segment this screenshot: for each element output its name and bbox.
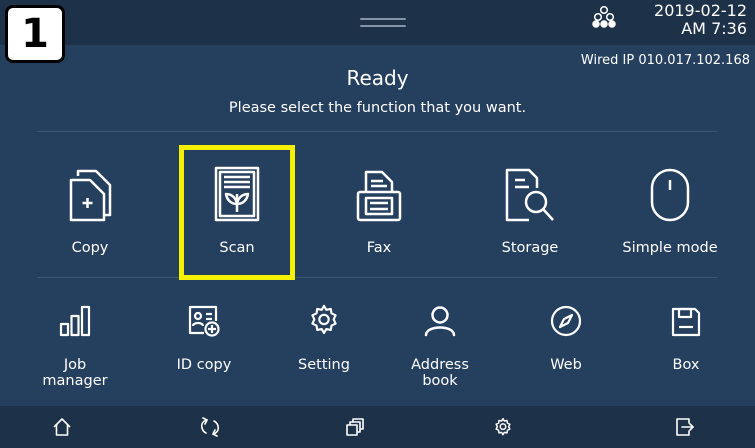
box-label: Box — [672, 357, 700, 373]
status-subtitle: Please select the function that you want… — [228, 100, 527, 116]
job-manager-label-line2: manager — [42, 373, 108, 389]
id-copy-icon — [164, 305, 244, 337]
fax-app-button[interactable]: Fax — [331, 160, 427, 256]
date-text: 2019-02-12 — [654, 1, 747, 20]
storage-label: Storage — [501, 240, 559, 256]
fax-label: Fax — [366, 240, 392, 256]
setting-app-button[interactable]: Setting — [284, 304, 364, 373]
network-status-icon — [592, 4, 616, 28]
storage-app-button[interactable]: Storage — [482, 160, 578, 256]
recent-jobs-button[interactable] — [330, 406, 380, 448]
address-book-icon — [400, 305, 480, 337]
status-title: Ready — [346, 66, 409, 90]
address-book-label-line1: Address — [411, 357, 469, 373]
address-book-label-line2: book — [422, 373, 458, 389]
step-number-badge: 1 — [5, 5, 65, 63]
time-text: AM 7:36 — [681, 19, 747, 38]
logout-icon — [675, 417, 695, 437]
settings-button[interactable] — [478, 406, 528, 448]
box-icon — [646, 305, 726, 337]
simple-mode-icon — [620, 160, 720, 222]
reset-button[interactable] — [185, 406, 235, 448]
home-icon — [52, 417, 72, 437]
simple-mode-app-button[interactable]: Simple mode — [620, 160, 720, 256]
id-copy-label: ID copy — [176, 357, 232, 373]
divider — [37, 131, 717, 132]
top-status-bar: 2019-02-12 AM 7:36 — [0, 0, 755, 45]
simple-mode-label: Simple mode — [622, 240, 718, 256]
fax-icon — [331, 160, 427, 222]
copy-label: Copy — [71, 240, 109, 256]
job-manager-app-button[interactable]: Job manager — [35, 305, 115, 389]
wired-ip-address: Wired IP 010.017.102.168 — [580, 53, 750, 68]
date-time: 2019-02-12 AM 7:36 — [654, 2, 747, 38]
address-book-app-button[interactable]: Address book — [400, 305, 480, 389]
bottom-navigation-bar — [0, 406, 755, 448]
selection-highlight — [179, 145, 295, 280]
drag-handle[interactable] — [360, 18, 406, 28]
id-copy-app-button[interactable]: ID copy — [164, 305, 244, 373]
web-label: Web — [550, 357, 582, 373]
settings-icon — [493, 417, 513, 437]
job-manager-icon — [35, 305, 115, 337]
web-icon — [526, 305, 606, 337]
copy-icon — [42, 160, 138, 222]
job-manager-label-line1: Job — [63, 357, 87, 373]
recent-jobs-icon — [345, 417, 365, 437]
setting-icon — [284, 304, 364, 337]
setting-label: Setting — [298, 357, 350, 373]
divider — [37, 277, 717, 278]
web-app-button[interactable]: Web — [526, 305, 606, 373]
storage-icon — [482, 160, 578, 222]
box-app-button[interactable]: Box — [646, 305, 726, 373]
copy-app-button[interactable]: Copy — [42, 160, 138, 256]
home-button[interactable] — [37, 406, 87, 448]
reset-icon — [199, 417, 221, 437]
logout-button[interactable] — [660, 406, 710, 448]
